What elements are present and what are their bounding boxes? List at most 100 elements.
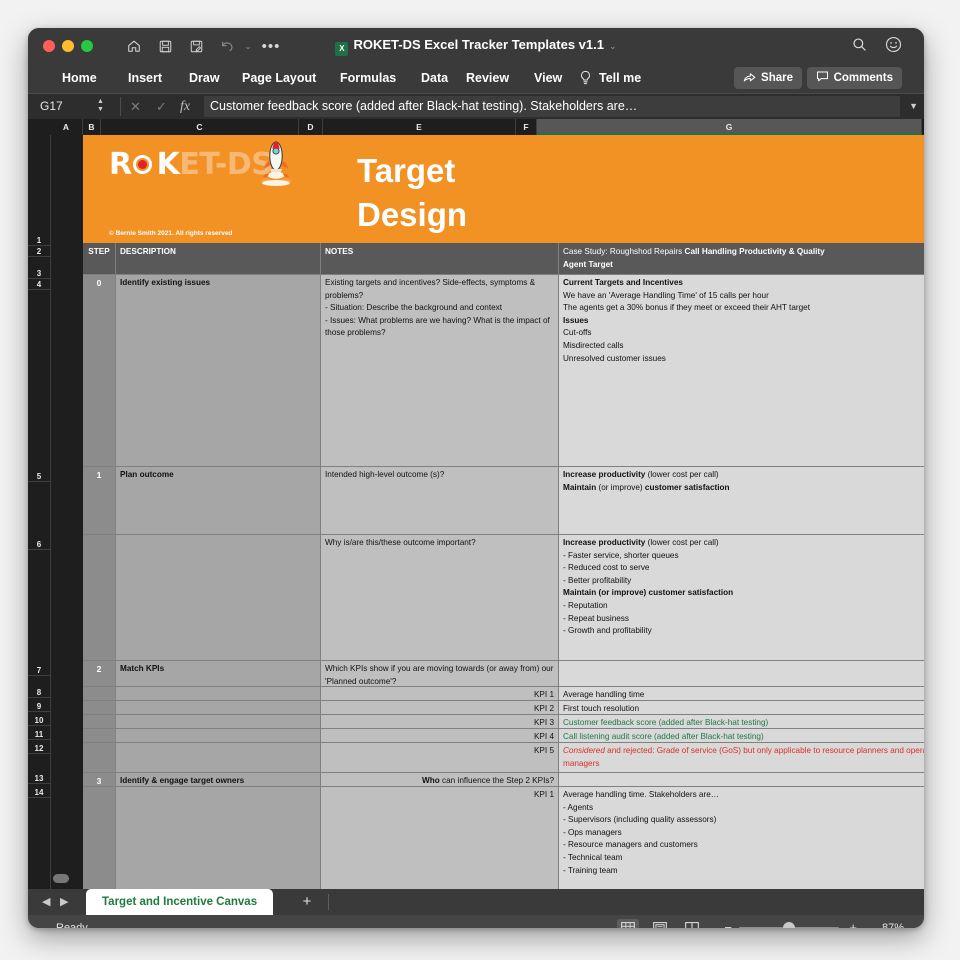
cell-notes[interactable]: KPI 3: [321, 715, 559, 729]
zoom-out-button[interactable]: −: [724, 915, 732, 928]
row-header-12[interactable]: 12: [28, 743, 50, 754]
row-header-11[interactable]: 11: [28, 729, 50, 740]
cell-step[interactable]: [83, 687, 116, 701]
row-header-13[interactable]: 13: [28, 773, 50, 784]
tab-review[interactable]: Review: [466, 64, 509, 93]
column-header-d[interactable]: D: [299, 119, 323, 135]
zoom-slider-knob[interactable]: [783, 922, 795, 928]
cell-notes[interactable]: KPI 2: [321, 701, 559, 715]
tell-me-label[interactable]: Tell me: [599, 64, 641, 93]
cell-description[interactable]: Identify & engage target owners: [116, 773, 321, 787]
tab-formulas[interactable]: Formulas: [340, 64, 396, 93]
column-header-f[interactable]: F: [516, 119, 537, 135]
tab-data[interactable]: Data: [421, 64, 448, 93]
column-header-g[interactable]: G: [537, 119, 922, 135]
row-header-7[interactable]: 7: [28, 665, 50, 676]
row-header-3[interactable]: 3: [28, 268, 50, 279]
cell-step[interactable]: [83, 701, 116, 715]
cell-step[interactable]: [83, 787, 116, 889]
cell-description[interactable]: [116, 715, 321, 729]
row-header-10[interactable]: 10: [28, 715, 50, 726]
cell-value[interactable]: Increase productivity (lower cost per ca…: [559, 467, 924, 535]
cell-description[interactable]: Match KPIs: [116, 661, 321, 687]
column-header-e[interactable]: E: [323, 119, 516, 135]
lightbulb-icon[interactable]: [579, 70, 592, 91]
cell-value[interactable]: Current Targets and Incentives We have an…: [559, 275, 924, 467]
spreadsheet-grid[interactable]: ABCDEFG 1234567891011121314 ROKET-DS®: [28, 119, 924, 889]
cell-value[interactable]: [559, 661, 924, 687]
cell-step[interactable]: [83, 715, 116, 729]
title-dropdown-caret-icon[interactable]: ⌄: [609, 41, 617, 51]
row-header-14[interactable]: 14: [28, 787, 50, 798]
cell-step[interactable]: 2: [83, 661, 116, 687]
cell-step[interactable]: [83, 535, 116, 661]
sheet-tab-target-and-incentive-canvas[interactable]: Target and Incentive Canvas: [86, 889, 274, 915]
cell-step[interactable]: [83, 743, 116, 773]
cell-notes[interactable]: Why is/are this/these outcome important?: [321, 535, 559, 661]
cell-step[interactable]: 0: [83, 275, 116, 467]
name-box-spinner[interactable]: ▲ ▼: [96, 98, 105, 115]
cell-value[interactable]: First touch resolution: [559, 701, 924, 715]
cell-notes[interactable]: Which KPIs show if you are moving toward…: [321, 661, 559, 687]
column-header-b[interactable]: B: [83, 119, 101, 135]
cell-value[interactable]: [559, 773, 924, 787]
cell-value[interactable]: Considered and rejected: Grade of servic…: [559, 743, 924, 773]
tab-page-layout[interactable]: Page Layout: [242, 64, 316, 93]
cell-value[interactable]: Average handling time: [559, 687, 924, 701]
cell-notes[interactable]: KPI 1: [321, 787, 559, 889]
confirm-formula-icon[interactable]: ✓: [156, 94, 167, 119]
normal-view-icon[interactable]: [617, 919, 639, 928]
cell-notes[interactable]: KPI 1: [321, 687, 559, 701]
cell-description[interactable]: [116, 535, 321, 661]
cell-description[interactable]: [116, 687, 321, 701]
row-header-1[interactable]: 1: [28, 235, 50, 246]
cell-description[interactable]: [116, 701, 321, 715]
column-header-c[interactable]: C: [101, 119, 299, 135]
tab-view[interactable]: View: [534, 64, 562, 93]
cell-value[interactable]: Average handling time. Stakeholders are……: [559, 787, 924, 889]
page-layout-view-icon[interactable]: [649, 919, 671, 928]
cell-notes[interactable]: Existing targets and incentives? Side-ef…: [321, 275, 559, 467]
cell-notes[interactable]: Who can influence the Step 2 KPIs?: [321, 773, 559, 787]
row-header-2[interactable]: 2: [28, 246, 50, 257]
cell-step[interactable]: [83, 729, 116, 743]
share-button[interactable]: Share: [734, 67, 802, 89]
page-break-view-icon[interactable]: [681, 919, 703, 928]
expand-formula-bar-icon[interactable]: ▼: [909, 94, 918, 119]
row-header-4[interactable]: 4: [28, 279, 50, 290]
cell-step[interactable]: 3: [83, 773, 116, 787]
cell-value[interactable]: Increase productivity (lower cost per ca…: [559, 535, 924, 661]
tab-draw[interactable]: Draw: [189, 64, 220, 93]
cell-notes[interactable]: KPI 4: [321, 729, 559, 743]
row-header-9[interactable]: 9: [28, 701, 50, 712]
formula-input[interactable]: Customer feedback score (added after Bla…: [204, 96, 900, 117]
cell-description[interactable]: Plan outcome: [116, 467, 321, 535]
cell-value[interactable]: Call listening audit score (added after …: [559, 729, 924, 743]
cell-notes[interactable]: KPI 5: [321, 743, 559, 773]
header-step: STEP: [83, 243, 116, 275]
previous-sheet-icon[interactable]: ◀: [42, 895, 50, 908]
tab-home[interactable]: Home: [62, 64, 97, 93]
cell-description[interactable]: [116, 787, 321, 889]
cell-step[interactable]: 1: [83, 467, 116, 535]
cell-notes[interactable]: Intended high-level outcome (s)?: [321, 467, 559, 535]
comments-button[interactable]: Comments: [806, 67, 902, 89]
insert-function-icon[interactable]: fx: [180, 94, 190, 119]
add-sheet-button[interactable]: +: [294, 889, 320, 915]
row-header-6[interactable]: 6: [28, 539, 50, 550]
cell-description[interactable]: [116, 743, 321, 773]
sheet-canvas[interactable]: ROKET-DS®: [50, 135, 924, 889]
cell-description[interactable]: [116, 729, 321, 743]
row-header-8[interactable]: 8: [28, 687, 50, 698]
cancel-formula-icon[interactable]: ✕: [130, 94, 141, 119]
search-icon[interactable]: [852, 37, 867, 57]
cell-value[interactable]: Customer feedback score (added after Bla…: [559, 715, 924, 729]
cell-description[interactable]: Identify existing issues: [116, 275, 321, 467]
tab-insert[interactable]: Insert: [128, 64, 162, 93]
column-header-a[interactable]: A: [50, 119, 83, 135]
next-sheet-icon[interactable]: ▶: [60, 895, 68, 908]
row-header-5[interactable]: 5: [28, 471, 50, 482]
vertical-scrollbar-thumb[interactable]: [53, 874, 69, 883]
zoom-in-button[interactable]: +: [849, 915, 857, 928]
account-icon[interactable]: [885, 36, 902, 58]
